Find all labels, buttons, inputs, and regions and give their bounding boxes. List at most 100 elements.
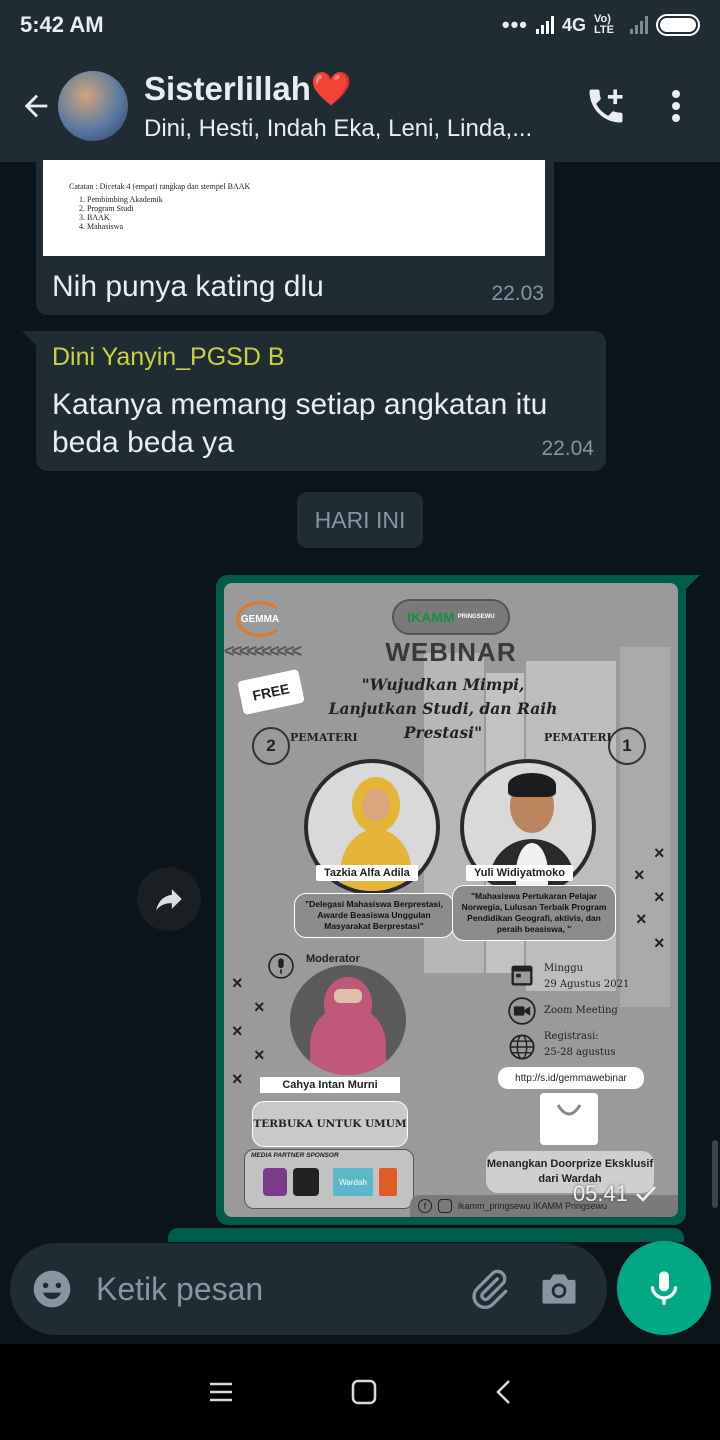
system-nav-bar [0,1344,720,1440]
message-time: 22.03 [491,282,544,305]
speaker-description: "Delegasi Mahasiswa Berprestasi, Awarde … [294,893,454,938]
scrollbar[interactable] [712,1140,718,1208]
sent-check-icon [636,1186,656,1202]
battery-icon [656,14,700,36]
facebook-icon: f [418,1199,432,1213]
bubble-tail [22,331,36,345]
sponsor-header: MEDIA PARTNER SPONSOR [251,1152,339,1159]
phone-plus-icon [589,89,623,123]
speaker-name: Tazkia Alfa Adila [316,865,418,881]
add-call-button[interactable] [576,76,636,136]
group-name: Sisterlillah❤️ [144,69,352,107]
x-decoration: × [232,1021,243,1041]
signal-2-icon [630,16,648,34]
more-vertical-icon [672,90,680,122]
webinar-poster-image[interactable]: GEMMA IKAMM PRINGSEWU <<<<<<<<<< WEBINAR… [224,583,678,1217]
x-decoration: × [232,973,243,993]
forward-icon [156,889,182,911]
speaker-number: 2 [252,727,290,765]
ikamm-logo: IKAMM PRINGSEWU [392,599,510,635]
arrow-left-icon [24,94,48,118]
speaker-description: "Mahasiswa Pertukaran Pelajar Norwegia, … [452,885,616,941]
media-partner-logo [293,1168,319,1196]
moderator-name: Cahya Intan Murni [260,1077,400,1093]
wardah-logo: Wardah [333,1168,373,1196]
overflow-menu-button[interactable] [656,76,696,136]
sponsor-box: MEDIA PARTNER SPONSOR Wardah [244,1149,414,1209]
microphone-icon [268,953,294,979]
message-composer: Ketik pesan [10,1243,607,1335]
home-square-icon[interactable] [350,1378,378,1406]
event-platform: Zoom Meeting [544,1005,618,1016]
message-bubble[interactable]: Dini Yanyin_PGSD B Katanya memang setiap… [22,331,606,471]
video-camera-icon [508,997,536,1025]
voice-record-button[interactable] [617,1241,711,1335]
doc-list-item: BAAK [87,213,545,222]
back-triangle-icon[interactable] [493,1378,513,1406]
menu-icon[interactable] [207,1380,235,1404]
registration-label: Registrasi: [544,1031,599,1042]
doc-heading: Catatan : Dicetak 4 (empat) rangkap dan … [69,182,251,191]
speaker-name: Yuli Widiyatmoko [466,865,573,881]
x-decoration: × [654,887,665,907]
doc-list-item: Mahasiswa [87,222,545,231]
microphone-icon [650,1271,678,1305]
document-thumbnail[interactable]: Catatan : Dicetak 4 (empat) rangkap dan … [43,160,545,256]
network-type: 4G [561,14,586,35]
forward-button[interactable] [137,867,201,931]
message-input[interactable]: Ketik pesan [96,1271,467,1308]
open-to-public-label: TERBUKA UNTUK UMUM [252,1101,408,1147]
group-avatar[interactable] [58,71,128,141]
registration-url: http://s.id/gemmawebinar [498,1067,644,1089]
sponsor-logo [379,1168,397,1196]
moderator-photo [290,965,406,1075]
pemateri-label: PEMATERI [290,731,358,744]
bubble-tail [686,575,700,589]
message-time: 05.41 [572,1181,628,1206]
event-day: Minggu [544,963,584,974]
status-time: 5:42 AM [20,12,104,37]
x-decoration: × [654,933,665,953]
free-tag: FREE [237,668,305,716]
shopping-bag-icon [540,1093,598,1145]
group-members: Dini, Hesti, Indah Eka, Leni, Linda,... [144,114,533,142]
speaker-number: 1 [608,727,646,765]
chat-header: Sisterlillah❤️ Dini, Hesti, Indah Eka, L… [0,50,720,162]
volte-label: Vo) LTE [594,13,614,36]
back-button[interactable] [6,76,66,136]
message-text: Nih punya kating dlu [52,270,324,303]
gemma-logo: GEMMA [236,601,284,637]
next-message-bubble [168,1228,684,1242]
paperclip-icon[interactable] [467,1267,511,1311]
doc-list-item: Program Studi [87,204,545,213]
poster-title: WEBINAR [385,637,517,667]
chat-title[interactable]: Sisterlillah❤️ Dini, Hesti, Indah Eka, L… [144,70,576,143]
signal-icon [535,16,554,34]
outgoing-image-message[interactable]: GEMMA IKAMM PRINGSEWU <<<<<<<<<< WEBINAR… [216,575,700,1225]
message-bubble[interactable]: Catatan : Dicetak 4 (empat) rangkap dan … [36,160,554,315]
doc-list-item: Pembimbing Akademik [87,195,545,204]
day-separator: HARI INI [297,492,423,548]
globe-icon [509,1034,535,1060]
x-decoration: × [654,843,665,863]
calendar-icon [511,965,533,986]
message-time: 22.04 [541,437,594,460]
emoji-icon[interactable] [30,1267,74,1311]
x-decoration: × [254,1045,265,1065]
camera-icon[interactable] [537,1267,581,1311]
more-dots-icon: ••• [501,12,528,37]
sender-name[interactable]: Dini Yanyin_PGSD B [52,343,285,372]
ikamm-logo-text: IKAMM [407,609,455,625]
moderator-label: Moderator [306,953,360,965]
instagram-icon [438,1199,452,1213]
media-partner-logo [263,1168,287,1196]
x-decoration: × [232,1069,243,1089]
registration-dates: 25-28 agustus [544,1047,616,1058]
status-bar: 5:42 AM ••• 4G Vo) LTE [0,0,720,50]
doorprize-banner: Menangkan Doorprize Eksklusif dari Warda… [486,1151,654,1193]
message-text: Katanya memang setiap angkatan itu beda … [52,388,548,459]
ikamm-logo-sub: PRINGSEWU [457,614,495,620]
x-decoration: × [254,997,265,1017]
x-decoration: × [636,909,647,929]
x-decoration: × [634,865,645,885]
